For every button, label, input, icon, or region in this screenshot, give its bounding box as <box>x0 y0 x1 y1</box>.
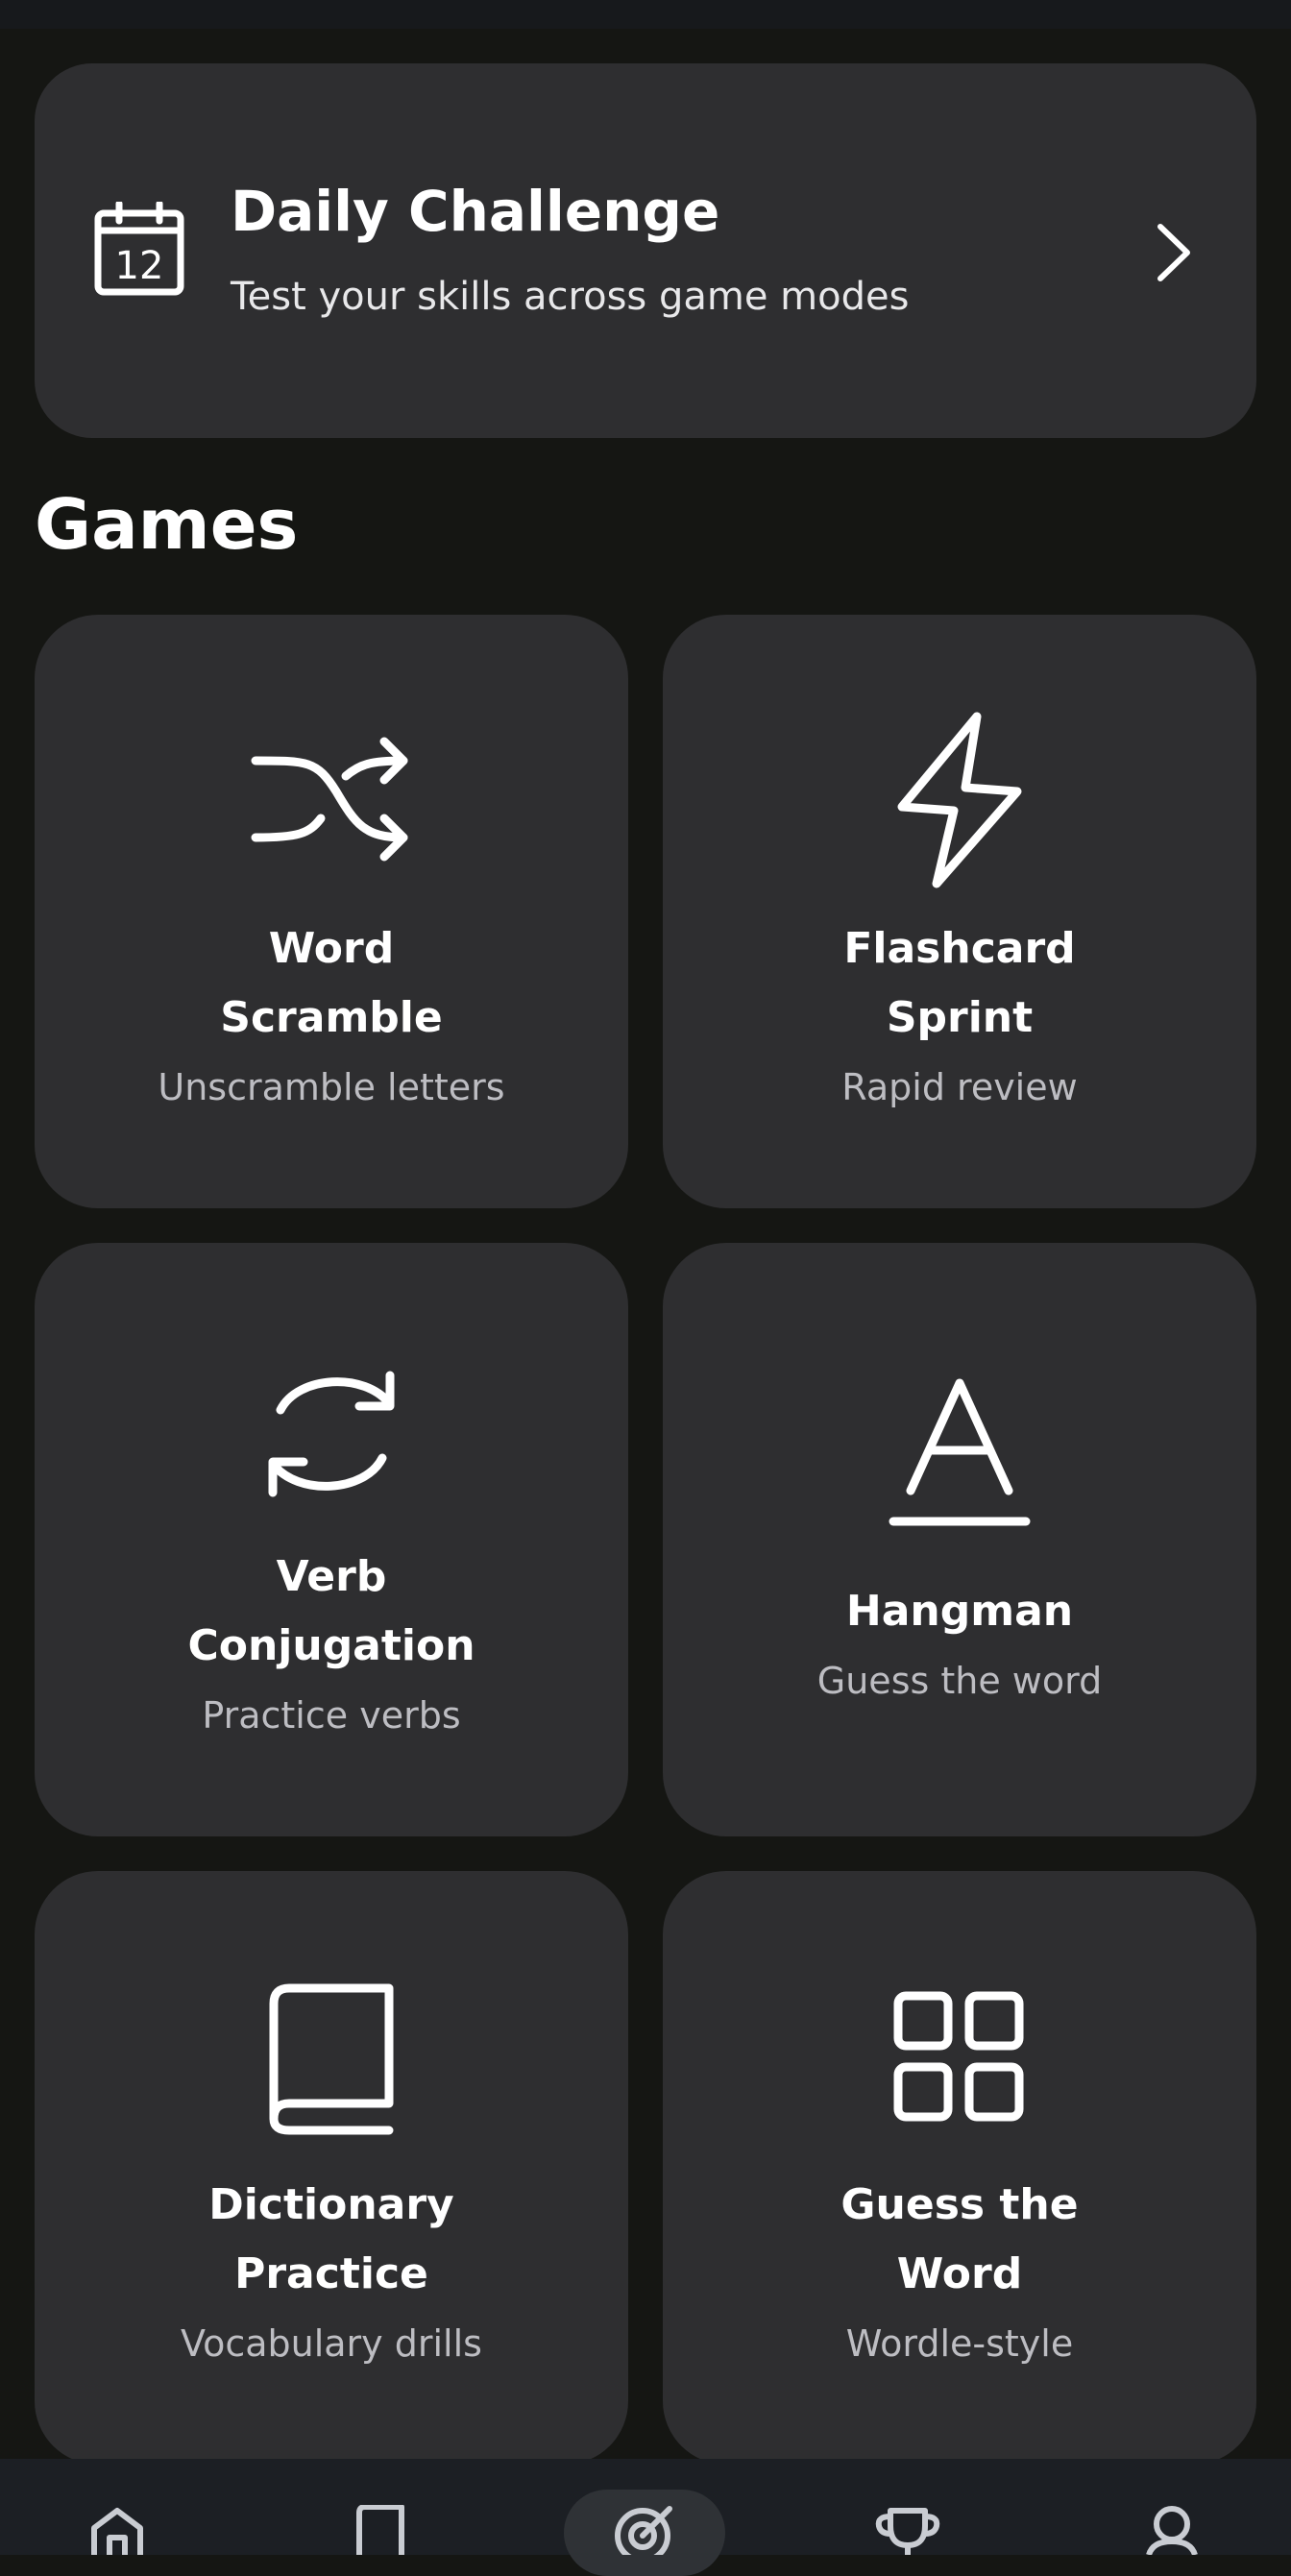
game-tile-hangman[interactable]: Hangman Guess the word <box>663 1243 1256 1836</box>
game-tile-verb-conjugation[interactable]: Verb Conjugation Practice verbs <box>35 1243 628 1836</box>
refresh-icon <box>259 1362 403 1506</box>
bottom-nav-bar <box>0 2459 1291 2576</box>
games-section-title: Games <box>35 484 299 565</box>
book-icon <box>264 1982 399 2136</box>
game-tile-guess-the-word[interactable]: Guess the Word Wordle-style <box>663 1871 1256 2465</box>
home-icon <box>88 2507 146 2555</box>
chevron-right-icon <box>1149 221 1197 284</box>
game-title-line2: Conjugation <box>187 1621 475 1670</box>
nav-library[interactable] <box>332 2459 428 2555</box>
trophy-icon <box>873 2507 942 2555</box>
game-title-line1: Word <box>268 924 395 973</box>
nav-profile[interactable] <box>1124 2459 1220 2555</box>
game-title-line1: Verb <box>276 1552 387 1601</box>
challenge-subtitle: Test your skills across game modes <box>231 275 910 319</box>
lightning-icon <box>892 711 1027 889</box>
grid-icon <box>892 1990 1027 2125</box>
nav-achievements[interactable] <box>860 2459 956 2555</box>
game-subtitle: Rapid review <box>841 1066 1078 1108</box>
game-subtitle: Guess the word <box>816 1660 1103 1702</box>
game-title-line2: Practice <box>234 2249 428 2298</box>
game-subtitle: Unscramble letters <box>158 1066 505 1108</box>
shuffle-icon <box>250 734 413 864</box>
game-tile-dictionary-practice[interactable]: Dictionary Practice Vocabulary drills <box>35 1871 628 2465</box>
game-tile-word-scramble[interactable]: Word Scramble Unscramble letters <box>35 615 628 1208</box>
letter-a-icon <box>888 1377 1032 1531</box>
game-subtitle: Practice verbs <box>202 1694 461 1737</box>
calendar-icon: 12 <box>94 202 184 296</box>
profile-icon <box>1145 2505 1199 2555</box>
game-title-line1: Hangman <box>845 1587 1074 1636</box>
status-bar <box>0 0 1291 29</box>
game-tile-flashcard-sprint[interactable]: Flashcard Sprint Rapid review <box>663 615 1256 1208</box>
game-title-line1: Dictionary <box>208 2180 454 2229</box>
book-icon <box>355 2505 405 2555</box>
nav-home[interactable] <box>69 2459 165 2555</box>
calendar-day-number: 12 <box>115 244 164 288</box>
game-subtitle: Vocabulary drills <box>181 2322 482 2365</box>
challenge-title: Daily Challenge <box>231 179 720 244</box>
game-title-line2: Sprint <box>886 993 1034 1042</box>
target-icon <box>614 2505 675 2555</box>
game-subtitle: Wordle-style <box>845 2322 1074 2365</box>
game-title-line2: Scramble <box>220 993 443 1042</box>
nav-games[interactable] <box>597 2459 693 2555</box>
daily-challenge-card[interactable]: 12 Daily Challenge Test your skills acro… <box>35 63 1256 438</box>
game-title-line1: Flashcard <box>843 924 1076 973</box>
game-title-line1: Guess the <box>840 2180 1079 2229</box>
game-title-line2: Word <box>896 2249 1023 2298</box>
